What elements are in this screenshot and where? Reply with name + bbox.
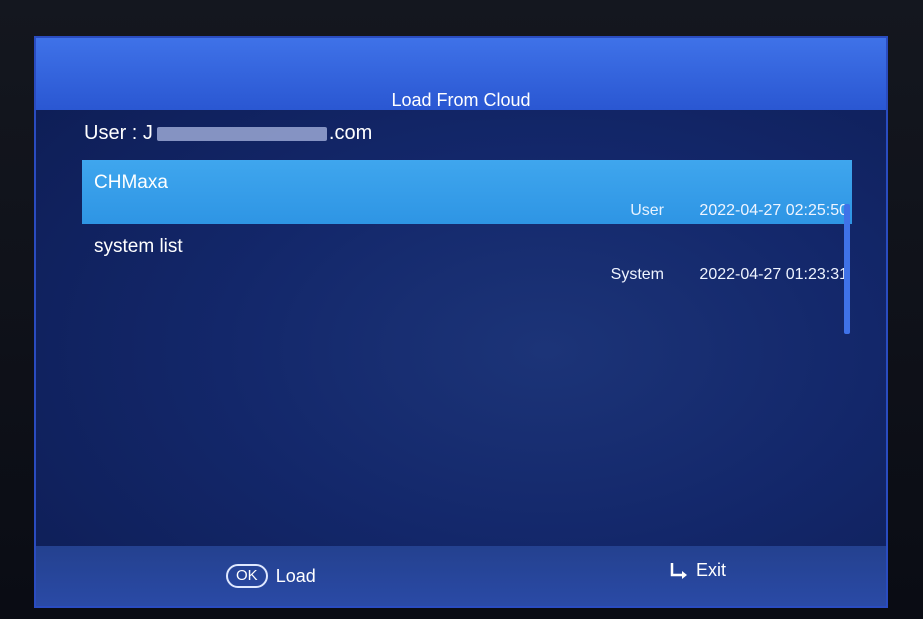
- footer-bar: OK Load Exit: [36, 546, 886, 606]
- redacted-email-blur: [156, 126, 327, 141]
- return-arrow-icon: [668, 561, 690, 581]
- list-item-type: System: [610, 266, 664, 283]
- title-bar: Load From Cloud: [36, 38, 886, 110]
- exit-action[interactable]: Exit: [668, 560, 726, 581]
- load-label: Load: [275, 565, 316, 586]
- list-item-date: 2022-04-27 01:23:31: [699, 266, 848, 283]
- list-item-name: CHMaxa: [94, 172, 168, 193]
- user-account-row: User : J .com: [84, 122, 372, 145]
- load-from-cloud-dialog: Load From Cloud User : J .com CHMaxa User…: [34, 36, 888, 608]
- load-action[interactable]: OK Load: [226, 564, 316, 588]
- user-email-prefix: J: [142, 122, 153, 144]
- list-item-date: 2022-04-27 02:25:50: [699, 202, 848, 219]
- ok-button-icon: OK: [226, 564, 268, 588]
- list-scrollbar[interactable]: [844, 204, 850, 334]
- list-item-name: system list: [94, 236, 183, 257]
- user-email-suffix: .com: [328, 122, 373, 144]
- list-item[interactable]: CHMaxa User 2022-04-27 02:25:50: [82, 160, 852, 224]
- user-label: User :: [84, 122, 138, 144]
- dialog-title: Load From Cloud: [391, 90, 531, 110]
- exit-label: Exit: [696, 560, 727, 580]
- list-item[interactable]: system list System 2022-04-27 01:23:31: [82, 224, 852, 288]
- list-item-type: User: [630, 202, 664, 219]
- cloud-list: CHMaxa User 2022-04-27 02:25:50 system l…: [82, 160, 852, 288]
